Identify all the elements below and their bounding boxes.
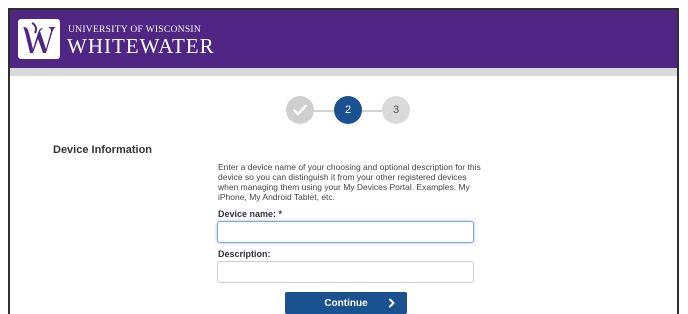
stepper-connector <box>360 110 384 112</box>
description-label: Description: <box>218 249 271 259</box>
continue-button[interactable]: Continue <box>285 292 407 314</box>
checkmark-icon <box>293 104 307 116</box>
stepper-connector <box>312 110 336 112</box>
browser-frame: UNIVERSITY OF WISCONSIN WHITEWATER 2 3 D… <box>8 8 679 314</box>
progress-stepper: 2 3 <box>286 96 411 126</box>
header-divider <box>10 68 677 76</box>
main-content: 2 3 Device Information Enter a device na… <box>10 76 677 314</box>
step-1-complete <box>286 96 314 124</box>
campus-name: WHITEWATER <box>67 34 215 58</box>
device-name-label: Device name: * <box>218 209 283 219</box>
section-title: Device Information <box>53 144 153 156</box>
chevron-right-icon <box>389 298 395 308</box>
site-header: UNIVERSITY OF WISCONSIN WHITEWATER <box>10 10 677 68</box>
uww-w-logo-icon <box>18 19 60 59</box>
continue-button-label: Continue <box>324 297 368 309</box>
device-name-input[interactable] <box>217 221 474 243</box>
step-2-active: 2 <box>334 96 362 124</box>
instructions-text: Enter a device name of your choosing and… <box>218 162 481 202</box>
step-3-upcoming: 3 <box>382 96 410 124</box>
description-input[interactable] <box>217 261 474 283</box>
